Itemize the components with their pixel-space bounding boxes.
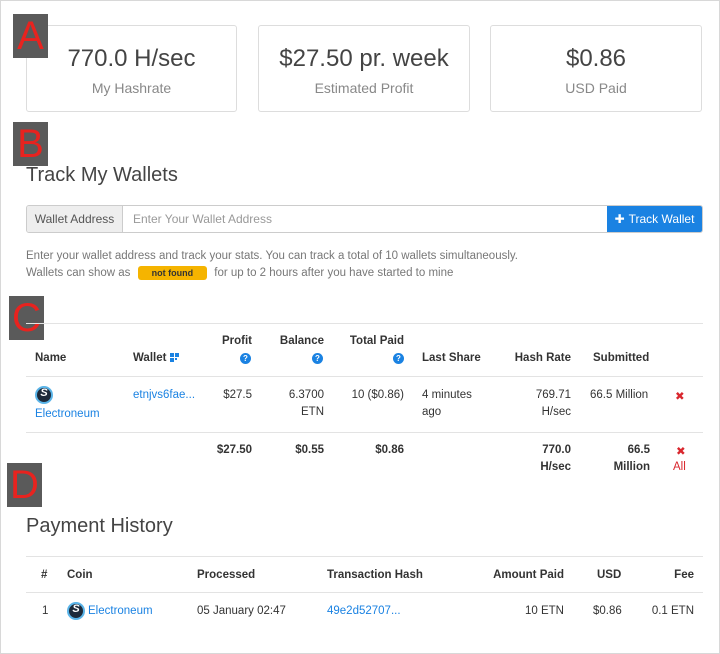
pcol-hash: Transaction Hash — [327, 569, 423, 581]
transaction-hash-link[interactable]: 49e2d52707... — [327, 605, 401, 617]
payment-amount: 10 ETN — [525, 605, 564, 617]
payment-coin-link[interactable]: Electroneum — [88, 605, 153, 617]
payment-fee: 0.1 ETN — [651, 605, 694, 617]
pcol-amount: Amount Paid — [493, 569, 564, 581]
payments-table: # Coin Processed Transaction Hash Amount… — [0, 0, 720, 654]
electroneum-logo-small — [67, 602, 85, 623]
pcol-coin: Coin — [67, 569, 93, 581]
pcol-usd: USD — [597, 569, 622, 581]
pcol-num: # — [41, 569, 48, 581]
payments-header-divider — [26, 592, 703, 593]
payment-usd: $0.86 — [593, 605, 622, 617]
pcol-processed: Processed — [197, 569, 256, 581]
pcol-fee: Fee — [674, 569, 694, 581]
payment-processed: 05 January 02:47 — [197, 605, 286, 617]
payment-row-num: 1 — [42, 605, 49, 617]
